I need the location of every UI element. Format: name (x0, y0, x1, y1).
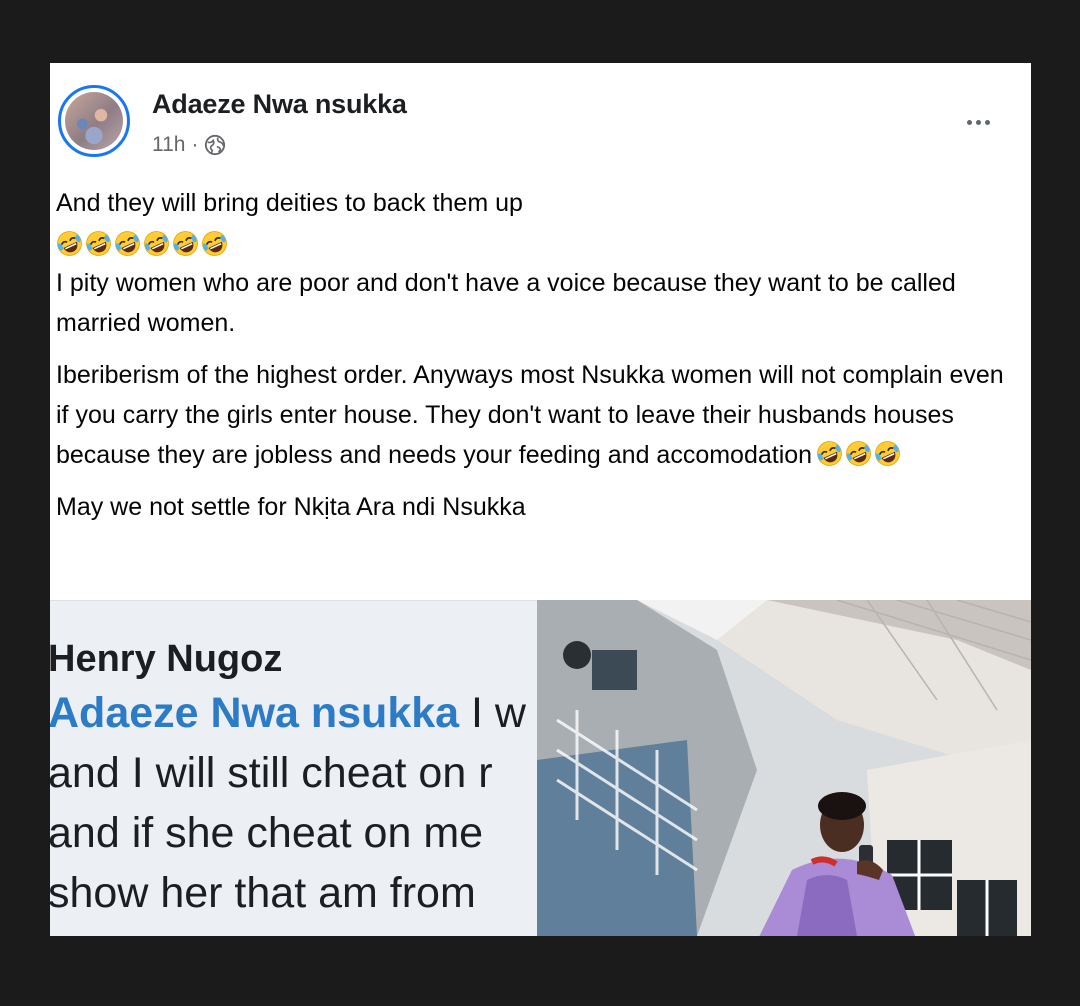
emoji-row (56, 223, 1016, 263)
commenter-name: Henry Nugoz (50, 638, 283, 680)
meta-separator: · (191, 133, 199, 156)
comment-line: and I will still cheat on r (50, 749, 493, 797)
post-card: Adaeze Nwa nsukka 11h · And they will br… (50, 63, 1031, 936)
rofl-emoji-icon (874, 440, 901, 467)
rofl-emoji-icon (201, 230, 228, 257)
dot-icon (975, 119, 981, 125)
comment-line: and if she cheat on me (50, 809, 484, 857)
rofl-emoji-icon (172, 230, 199, 257)
author-avatar[interactable] (58, 85, 130, 157)
rofl-emoji-icon (85, 230, 112, 257)
comment-line: Adaeze Nwa nsukka I w (50, 683, 526, 743)
comment-screenshot-image[interactable]: Henry Nugoz Adaeze Nwa nsukka I w and I … (50, 600, 537, 936)
rofl-emoji-icon (114, 230, 141, 257)
author-name[interactable]: Adaeze Nwa nsukka (152, 89, 407, 120)
post-text: And they will bring deities to back them… (56, 183, 1016, 527)
post-paragraph: I pity women who are poor and don't have… (56, 269, 956, 337)
rofl-emoji-icon (56, 230, 83, 257)
post-time[interactable]: 11h (152, 133, 185, 157)
dot-icon (966, 119, 972, 125)
post-paragraph: May we not settle for Nkịta Ara ndi Nsuk… (56, 493, 526, 521)
rofl-emoji-icon (143, 230, 170, 257)
mention-link: Adaeze Nwa nsukka (50, 689, 460, 737)
comment-line: show her that am from (50, 869, 476, 917)
dot-icon (984, 119, 990, 125)
post-paragraph: Iberiberism of the highest order. Anyway… (56, 355, 1016, 475)
selfie-photo[interactable] (537, 600, 1031, 936)
post-paragraph: And they will bring deities to back them… (56, 189, 523, 217)
globe-icon[interactable] (204, 134, 226, 156)
rofl-emoji-icon (816, 440, 843, 467)
rofl-emoji-icon (845, 440, 872, 467)
post-meta: 11h · (152, 131, 226, 159)
avatar-photo (65, 92, 123, 150)
photo-illustration (537, 600, 1031, 936)
inline-emojis (816, 440, 901, 467)
comment-text: I w (471, 689, 526, 737)
more-options-button[interactable] (948, 107, 1008, 137)
